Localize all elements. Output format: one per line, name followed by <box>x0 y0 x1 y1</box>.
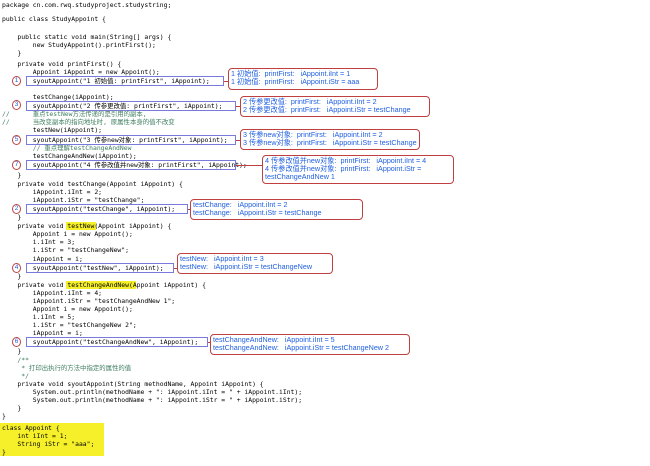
call-box <box>26 101 236 111</box>
code-line: iAppoint.iStr = "testChange"; <box>2 196 145 204</box>
main-body: new StudyAppoint().printFirst(); <box>2 41 156 49</box>
class-declaration: public class StudyAppoint { <box>2 15 106 23</box>
code-editor: package cn.com.rwq.studyproject.studystr… <box>0 0 650 466</box>
output-text: 2 传参更改值: printFirst: iAppoint.iStr = tes… <box>243 105 411 114</box>
syoutappoint-signature: private void syoutAppoint(String methodN… <box>2 380 264 388</box>
code-line: Appoint iAppoint = new Appoint(); <box>2 68 160 76</box>
code-line: iAppoint = i; <box>2 329 83 337</box>
call-box <box>26 337 208 347</box>
comment-line: // 重点testNew方法传递的是引用的副本, <box>2 110 147 118</box>
code-line: i.iInt = 5; <box>2 313 76 321</box>
call-box <box>26 135 236 145</box>
step-marker: 2 <box>12 204 21 214</box>
output-text: testChangeAndNew: iAppoint.iStr = testCh… <box>213 343 389 352</box>
step-marker: 7 <box>12 160 21 170</box>
code-line: System.out.println(methodName + ": iAppo… <box>2 396 303 404</box>
call-box <box>26 204 188 214</box>
step-marker: 3 <box>12 100 21 110</box>
step-marker: 4 <box>12 263 21 273</box>
output-text: 3 传参new对象: printFirst: iAppoint.iStr = t… <box>243 138 417 147</box>
output-text: testChangeAndNew 1 <box>265 172 335 181</box>
close-brace: } <box>2 347 22 355</box>
code-line: testChangeAndNew(iAppoint); <box>2 152 137 160</box>
code-line: iAppoint.iInt = 2; <box>2 188 103 196</box>
code-line: i.iStr = "testChangeNew"; <box>2 246 129 254</box>
step-marker: 1 <box>12 76 21 86</box>
appoint-class-declaration: class Appoint { <box>2 424 60 432</box>
code-line: int iInt = 1; <box>2 432 68 440</box>
code-line: iAppoint.iInt = 4; <box>2 289 103 297</box>
testchange-signature: private void testChange(Appoint iAppoint… <box>2 180 183 188</box>
call-box <box>26 263 174 273</box>
testchangeandnew-signature: private void testChangeAndNew(Appoint iA… <box>2 281 206 289</box>
call-box <box>26 160 236 170</box>
comment-line: // 当改变副本的指向地址时, 原属性本身的值不改变 <box>2 118 175 126</box>
close-brace: } <box>2 412 6 420</box>
code-line: testNew(iAppoint); <box>2 126 103 134</box>
close-brace: } <box>2 272 22 280</box>
javadoc-line: /** <box>2 356 29 364</box>
close-brace: } <box>2 213 22 221</box>
connector-line <box>236 165 262 166</box>
code-line: i.iStr = "testChangeNew 2"; <box>2 321 137 329</box>
close-brace: } <box>2 49 22 57</box>
code-line: String iStr = "aaa"; <box>2 440 95 448</box>
step-marker: 6 <box>12 337 21 347</box>
package-line: package cn.com.rwq.studyproject.studystr… <box>2 1 172 9</box>
code-line: Appoint i = new Appoint(); <box>2 230 133 238</box>
code-line: Appoint i = new Appoint(); <box>2 305 133 313</box>
code-line: iAppoint.iStr = "testChangeAndNew 1"; <box>2 297 176 305</box>
code-line: iAppoint = i; <box>2 255 83 263</box>
close-brace: } <box>2 448 6 456</box>
javadoc-line: */ <box>2 372 29 380</box>
code-line: System.out.println(methodName + ": iAppo… <box>2 388 303 396</box>
close-brace: } <box>2 404 22 412</box>
comment-line: // 重点理解testChangeAndNew <box>2 144 132 152</box>
call-box <box>26 76 224 86</box>
javadoc-line: * 打印出执行的方法中指定的属性的值 <box>2 364 132 372</box>
main-signature: public static void main(String[] args) { <box>2 33 172 41</box>
step-marker: 5 <box>12 135 21 145</box>
close-brace: } <box>2 171 22 179</box>
output-text: 1 初始值: printFirst: iAppoint.iStr = aaa <box>231 77 360 86</box>
testnew-signature: private void testNew(Appoint iAppoint) { <box>2 222 172 230</box>
output-text: testChange: iAppoint.iStr = testChange <box>193 208 322 217</box>
printfirst-signature: private void printFirst() { <box>2 60 122 68</box>
code-line: i.iInt = 3; <box>2 238 76 246</box>
output-text: testNew: iAppoint.iStr = testChangeNew <box>180 262 313 271</box>
